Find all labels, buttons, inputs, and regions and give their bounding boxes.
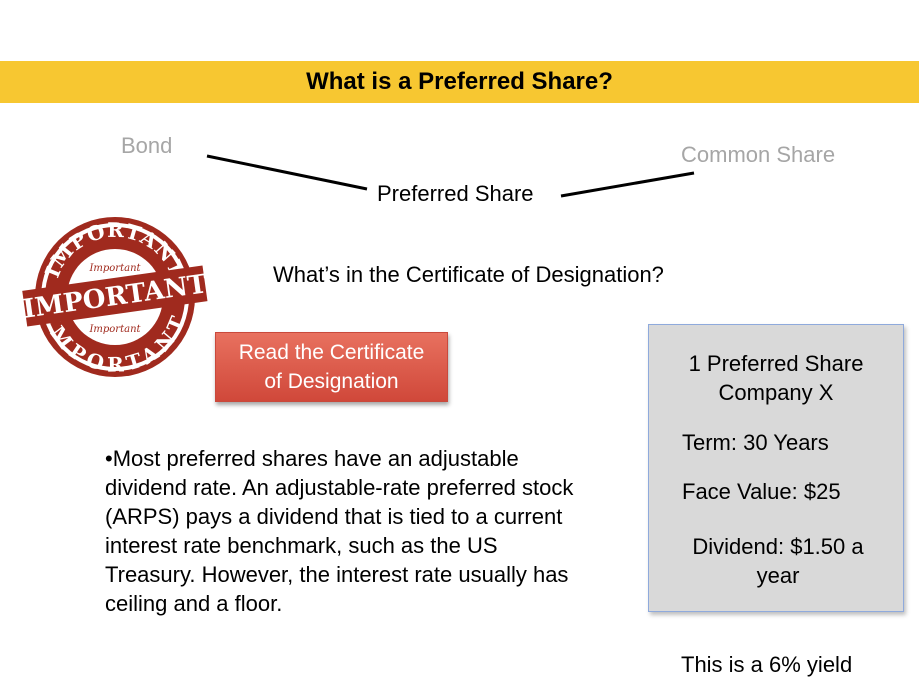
card-dividend-line1: Dividend: $1.50 a — [692, 534, 864, 559]
stamp-small-top: Important — [88, 263, 141, 274]
certificate-question: What’s in the Certificate of Designation… — [273, 262, 664, 287]
card-term: Term: 30 Years — [682, 430, 829, 455]
bond-label: Bond — [121, 133, 173, 158]
card-title-line1: 1 Preferred Share — [688, 351, 864, 376]
preferred-share-card: 1 Preferred Share Company X Term: 30 Yea… — [648, 324, 904, 612]
read-certificate-button-line2: of Designation — [264, 370, 399, 393]
card-dividend: Dividend: $1.50 a year — [649, 532, 907, 590]
important-stamp-icon: IMPORTANT IMPORTANT Important Important … — [21, 217, 210, 377]
common-share-label: Common Share — [681, 142, 836, 167]
card-dividend-line2: year — [756, 563, 800, 588]
adjustable-rate-paragraph: •Most preferred shares have an adjustabl… — [105, 446, 574, 616]
yield-note: This is a 6% yield — [681, 652, 853, 677]
preferred-share-label: Preferred Share — [377, 181, 534, 206]
stamp-small-bottom: Important — [88, 324, 141, 335]
card-title-line2: Company X — [718, 380, 834, 405]
read-certificate-button-line1: Read the Certificate — [238, 341, 425, 364]
card-title: 1 Preferred Share Company X — [649, 349, 903, 407]
card-face-value: Face Value: $25 — [682, 479, 841, 504]
read-certificate-button[interactable]: Read the Certificate of Designation — [215, 332, 448, 402]
